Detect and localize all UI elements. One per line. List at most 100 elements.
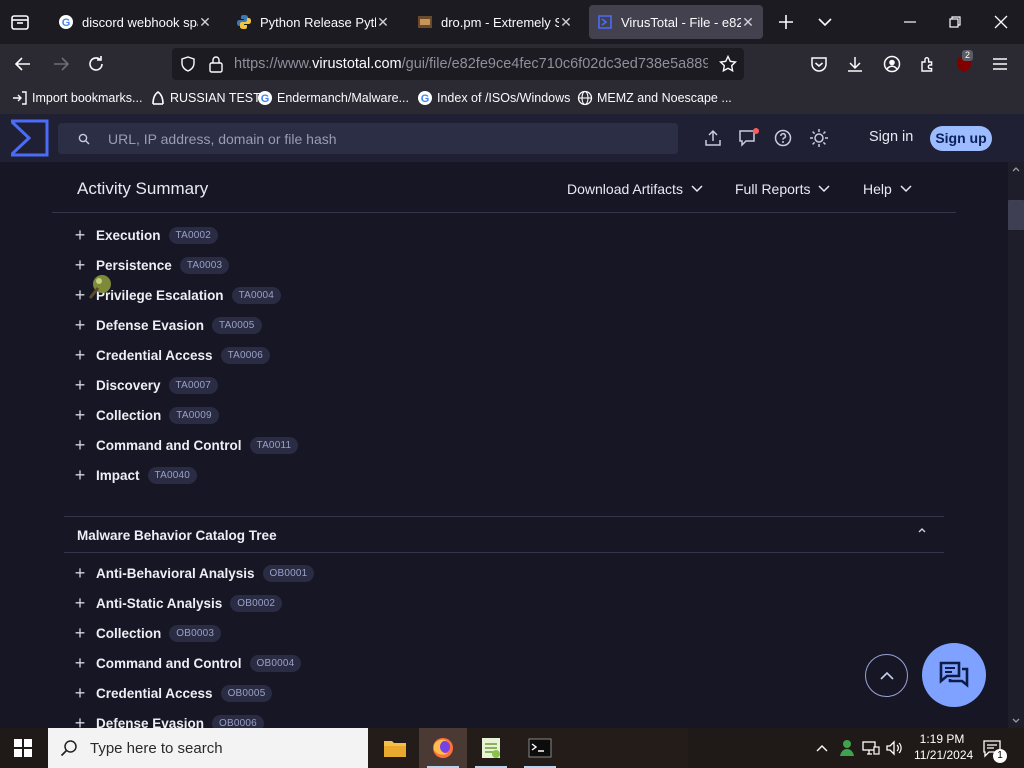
google-icon: G <box>417 90 433 106</box>
close-window-icon[interactable] <box>993 14 1009 30</box>
tracking-shield-icon[interactable] <box>180 56 196 72</box>
expand-plus-icon[interactable]: + <box>72 406 88 424</box>
taskbar-search-box[interactable]: Type here to search <box>48 728 368 768</box>
mbc-row[interactable]: + Anti-Behavioral Analysis OB0001 <box>72 563 315 583</box>
tactic-row[interactable]: + Defense Evasion TA0005 <box>72 315 262 335</box>
expand-plus-icon[interactable]: + <box>72 346 88 364</box>
close-tab-icon[interactable]: ✕ <box>198 14 212 31</box>
tab-list-icon[interactable] <box>10 12 30 32</box>
expand-plus-icon[interactable]: + <box>72 654 88 672</box>
mbc-id-badge: OB0005 <box>220 684 273 702</box>
help-icon[interactable] <box>774 129 792 147</box>
close-tab-icon[interactable]: ✕ <box>741 14 755 31</box>
upload-icon[interactable] <box>704 129 722 147</box>
reload-icon[interactable] <box>87 55 105 73</box>
tactic-label: Credential Access <box>96 347 213 363</box>
close-tab-icon[interactable]: ✕ <box>376 14 390 31</box>
scroll-down-arrow-icon[interactable] <box>1012 718 1020 724</box>
system-clock[interactable]: 1:19 PM 11/21/2024 <box>914 731 973 763</box>
expand-plus-icon[interactable]: + <box>72 624 88 642</box>
extensions-icon[interactable] <box>919 55 937 73</box>
bookmark-star-icon[interactable] <box>719 55 737 73</box>
tactic-row[interactable]: + Collection TA0009 <box>72 405 219 425</box>
tab-python-release[interactable]: Python Release Python ✕ <box>228 5 398 39</box>
scrollbar-thumb[interactable] <box>1008 200 1024 230</box>
file-explorer-app[interactable] <box>371 728 419 768</box>
hamburger-menu-icon[interactable] <box>991 55 1009 73</box>
expand-plus-icon[interactable]: + <box>72 594 88 612</box>
address-bar[interactable]: https://www.virustotal.com/gui/file/e82f… <box>172 48 744 80</box>
expand-plus-icon[interactable]: + <box>72 714 88 728</box>
expand-plus-icon[interactable]: + <box>72 684 88 702</box>
virustotal-logo-icon[interactable] <box>9 119 49 157</box>
notepad-plus-plus-app[interactable] <box>467 728 515 768</box>
windows-start-icon[interactable] <box>14 739 32 757</box>
mbc-row[interactable]: + Defense Evasion OB0006 <box>72 713 264 728</box>
bookmark-endermanch-malware[interactable]: G Endermanch/Malware... <box>257 90 409 106</box>
sign-up-button[interactable]: Sign up <box>930 126 992 151</box>
tactic-id-badge: TA0002 <box>168 226 218 244</box>
tactic-label: Persistence <box>96 257 172 273</box>
expand-plus-icon[interactable]: + <box>72 376 88 394</box>
download-artifacts-menu[interactable]: Download Artifacts <box>567 181 703 197</box>
new-tab-icon[interactable] <box>777 13 795 31</box>
expand-plus-icon[interactable]: + <box>72 466 88 484</box>
forward-icon[interactable] <box>52 55 70 73</box>
back-icon[interactable] <box>14 55 32 73</box>
tactic-row[interactable]: + Command and Control TA0011 <box>72 435 299 455</box>
bookmark-import[interactable]: Import bookmarks... <box>12 90 142 106</box>
network-icon[interactable] <box>862 739 880 757</box>
tab-dro-pm[interactable]: dro.pm - Extremely Sh ✕ <box>409 5 581 39</box>
expand-plus-icon[interactable]: + <box>72 256 88 274</box>
collapse-caret-icon[interactable] <box>916 526 928 534</box>
firefox-app[interactable] <box>419 728 467 768</box>
chat-support-button[interactable] <box>922 643 986 707</box>
search-box[interactable]: URL, IP address, domain or file hash <box>58 123 678 154</box>
help-menu[interactable]: Help <box>863 181 912 197</box>
pocket-icon[interactable] <box>810 55 828 73</box>
google-icon: G <box>257 90 273 106</box>
list-all-tabs-icon[interactable] <box>817 14 833 30</box>
tactic-row[interactable]: + Discovery TA0007 <box>72 375 219 395</box>
bookmark-memz-noescape[interactable]: MEMZ and Noescape ... <box>577 90 732 106</box>
account-icon[interactable] <box>883 55 901 73</box>
full-reports-menu[interactable]: Full Reports <box>735 181 830 197</box>
lock-icon[interactable] <box>208 55 224 73</box>
tactic-id-badge: TA0007 <box>168 376 219 394</box>
user-presence-icon[interactable] <box>837 738 857 758</box>
volume-icon[interactable] <box>885 739 903 757</box>
expand-plus-icon[interactable]: + <box>72 564 88 582</box>
mbc-row[interactable]: + Collection OB0003 <box>72 623 222 643</box>
tab-virustotal[interactable]: VirusTotal - File - e82fe ✕ <box>589 5 763 39</box>
notifications-icon[interactable] <box>738 128 760 148</box>
bookmark-russian-test[interactable]: RUSSIAN TEST <box>150 90 261 106</box>
restore-icon[interactable] <box>947 14 963 30</box>
expand-plus-icon[interactable]: + <box>72 226 88 244</box>
expand-plus-icon[interactable]: + <box>72 316 88 334</box>
mbc-row[interactable]: + Credential Access OB0005 <box>72 683 273 703</box>
scroll-to-top-button[interactable] <box>865 654 908 697</box>
terminal-app[interactable] <box>516 728 564 768</box>
expand-plus-icon[interactable]: + <box>72 436 88 454</box>
mbc-row[interactable]: + Anti-Static Analysis OB0002 <box>72 593 283 613</box>
minimize-icon[interactable] <box>902 14 918 30</box>
tab-discord-webhook[interactable]: G discord webhook spam ✕ <box>50 5 220 39</box>
tactic-row[interactable]: + Credential Access TA0006 <box>72 345 271 365</box>
tactic-row[interactable]: + Impact TA0040 <box>72 465 197 485</box>
scroll-up-arrow-icon[interactable] <box>1012 166 1020 172</box>
show-hidden-icons-icon[interactable] <box>815 741 829 755</box>
page-scrollbar[interactable] <box>1008 162 1024 728</box>
close-tab-icon[interactable]: ✕ <box>559 14 573 31</box>
downloads-icon[interactable] <box>846 55 864 73</box>
notification-count-badge: 1 <box>993 749 1007 763</box>
tactic-row[interactable]: + Execution TA0002 <box>72 225 218 245</box>
navigation-toolbar: https://www.virustotal.com/gui/file/e82f… <box>0 44 1024 84</box>
bookmark-index-of-isos[interactable]: G Index of /ISOs/Windows <box>417 90 570 106</box>
page-content: Activity Summary Download Artifacts Full… <box>0 162 1008 728</box>
url-text[interactable]: https://www.virustotal.com/gui/file/e82f… <box>234 56 708 72</box>
sign-in-link[interactable]: Sign in <box>869 129 913 145</box>
tab-title: discord webhook spam <box>82 14 198 30</box>
theme-toggle-icon[interactable] <box>809 128 829 148</box>
mbc-row[interactable]: + Command and Control OB0004 <box>72 653 302 673</box>
expand-plus-icon[interactable]: + <box>72 286 88 304</box>
